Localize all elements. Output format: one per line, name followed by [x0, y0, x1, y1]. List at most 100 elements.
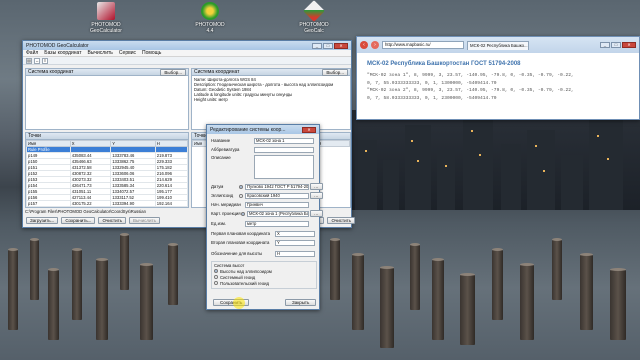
- pier-post: [410, 243, 420, 310]
- first-coordinate-input[interactable]: X: [275, 230, 315, 237]
- open-icon[interactable]: ▤: [26, 57, 32, 64]
- menu-service[interactable]: Сервис: [119, 50, 136, 56]
- source-points-table[interactable]: Имя X Y H Rule Profile p149 435083.44 13…: [26, 140, 188, 207]
- datum-radio[interactable]: [239, 184, 243, 189]
- option-label: Пользовательский геоид: [220, 281, 270, 286]
- close-button[interactable]: ✕: [302, 126, 316, 133]
- pier-post: [30, 238, 39, 300]
- option-label: Системный геоид: [220, 275, 256, 280]
- pier-post: [120, 233, 129, 290]
- calc-icon[interactable]: ≡: [42, 57, 48, 64]
- datum-row: Датум Пулково 1942 ГОСТ Р 51794-2008 …: [211, 183, 323, 190]
- text-line: 0, 7, 55.0333333333, 0, 1, 1300000, -540…: [367, 80, 497, 86]
- save-button[interactable]: Сохранить...: [61, 217, 96, 224]
- source-points-panel: Точки Имя X Y H Rule Profile p149 435083…: [25, 132, 189, 208]
- height-symbol-input[interactable]: H: [275, 250, 315, 257]
- maximize-button[interactable]: □: [611, 42, 621, 48]
- datum-label: Датум: [211, 184, 224, 189]
- forward-icon[interactable]: ›: [371, 41, 379, 49]
- abbreviation-row: Аббревиатура: [211, 146, 314, 153]
- projection-more-button[interactable]: …: [310, 210, 323, 217]
- select-coordinate-system-button[interactable]: Выбор...: [160, 68, 186, 76]
- minimize-button[interactable]: _: [600, 42, 610, 48]
- pier-post: [330, 238, 340, 300]
- radio-unselected: [214, 281, 218, 285]
- menu-bar: Файл Базы координат Вычислить Сервис Пом…: [23, 50, 351, 57]
- desktop-icon-label: PHOTOMOD 4.4: [195, 22, 225, 34]
- clear-button[interactable]: Очистить: [98, 217, 127, 224]
- pier-post: [380, 266, 394, 348]
- address-bar[interactable]: http://www.mapbasic.ru/: [382, 41, 464, 49]
- target-coordinate-system-panel: Система координат Выбор... Name: Широта-…: [191, 68, 351, 130]
- height-symbol-label: Обозначение для высоты: [211, 251, 263, 256]
- column-header[interactable]: H: [316, 140, 350, 147]
- prime-meridian-select[interactable]: Гринвич: [245, 201, 309, 208]
- cell-name: p157: [26, 200, 71, 207]
- close-button[interactable]: ✕: [622, 42, 636, 48]
- name-input[interactable]: МСК-02 зона 1: [254, 137, 314, 144]
- minimize-button[interactable]: _: [312, 42, 322, 49]
- ellipsoid-select[interactable]: Красовский 1940: [245, 192, 309, 199]
- pier-post: [460, 273, 475, 345]
- desktop-icon-label: PHOTOMOD GeoCalculator: [90, 22, 122, 34]
- pier-post: [520, 263, 534, 340]
- pier-post: [48, 268, 59, 340]
- datum-more-button[interactable]: …: [310, 183, 323, 190]
- cs-info-line: Height units: метр: [194, 97, 228, 102]
- clear-button[interactable]: Очистить: [327, 217, 356, 224]
- cell-x: 430175.22: [69, 200, 112, 207]
- maximize-button[interactable]: □: [323, 42, 333, 49]
- menu-coordinate-bases[interactable]: Базы координат: [44, 50, 81, 56]
- compute-button[interactable]: Вычислить: [129, 217, 160, 224]
- edit-coordinate-system-dialog: Редактирование системы коор... ✕ Названи…: [206, 124, 323, 310]
- text-line: 0, 7, 58.0333333333, 0, 1, 2300000, -540…: [367, 95, 497, 101]
- city-skyline: [345, 110, 640, 210]
- menu-file[interactable]: Файл: [26, 50, 38, 56]
- back-icon[interactable]: ‹: [360, 41, 368, 49]
- browser-tab[interactable]: МСК-02 Республика Башко...: [467, 40, 529, 50]
- menu-help[interactable]: Помощь: [142, 50, 161, 56]
- desktop-icon-photomod[interactable]: PHOTOMOD 4.4: [188, 2, 232, 34]
- table-row[interactable]: p157 430175.22 1333394.90 192.164: [26, 200, 188, 207]
- prime-meridian-label: Нач. меридиан: [211, 202, 241, 207]
- left-buttons-row: Загрузить... Сохранить... Очистить Вычис…: [26, 217, 160, 224]
- desktop-icon-geocalc[interactable]: PHOTOMOD GeoCalc: [292, 0, 336, 34]
- arrow-icon[interactable]: ↔: [34, 57, 40, 64]
- toolbar: ▤ ↔ ≡: [23, 57, 351, 65]
- desktop-icon-geocalculator[interactable]: PHOTOMOD GeoCalculator: [84, 2, 128, 34]
- browser-window: ‹ › http://www.mapbasic.ru/ МСК-02 Респу…: [356, 36, 640, 120]
- close-button[interactable]: ✕: [334, 42, 348, 49]
- dialog-titlebar[interactable]: Редактирование системы коор... ✕: [207, 125, 319, 134]
- ellipsoid-more-button[interactable]: …: [310, 192, 323, 199]
- geocalculator-app-icon: [97, 2, 115, 20]
- projection-radio[interactable]: [241, 211, 245, 216]
- projection-row: Карт. проекция МСК-02 зона 1 (Республика…: [211, 210, 323, 217]
- close-dialog-button[interactable]: Закрыть: [285, 299, 317, 306]
- projection-select[interactable]: МСК-02 зона 1 (Республика Башки...: [247, 210, 309, 217]
- units-select[interactable]: метр: [245, 220, 309, 227]
- datum-select[interactable]: Пулково 1942 ГОСТ Р 51794-2008: [245, 183, 309, 190]
- browser-toolbar: ‹ › http://www.mapbasic.ru/ МСК-02 Респу…: [357, 37, 639, 53]
- panel-header: Система координат: [194, 69, 240, 75]
- height-option-user-geoid[interactable]: Пользовательский геоид: [214, 281, 314, 287]
- source-coordinate-system-panel: Система координат Выбор...: [25, 68, 189, 130]
- select-coordinate-system-button[interactable]: Выбор...: [322, 68, 348, 76]
- desktop-icon-label: PHOTOMOD GeoCalc: [299, 22, 329, 34]
- menu-compute[interactable]: Вычислить: [87, 50, 112, 56]
- browser-content: МСК-02 Республика Башкортостан ГОСТ 5179…: [357, 53, 639, 119]
- height-symbol-row: Обозначение для высоты H: [211, 250, 315, 257]
- abbreviation-input[interactable]: [254, 146, 314, 153]
- load-button[interactable]: Загрузить...: [26, 217, 59, 224]
- first-coordinate-label: Первая плановая координата: [211, 231, 271, 236]
- geocalculator-titlebar[interactable]: PHOTOMOD GeoCalculator _ □ ✕: [23, 41, 351, 50]
- projection-label: Карт. проекция: [211, 211, 241, 216]
- pier-post: [492, 248, 503, 320]
- pier-post: [96, 258, 108, 340]
- ellipsoid-radio[interactable]: [239, 193, 243, 198]
- description-label: Описание: [211, 155, 231, 160]
- description-input[interactable]: [254, 155, 314, 179]
- page-heading: МСК-02 Республика Башкортостан ГОСТ 5179…: [367, 61, 521, 67]
- pier-post: [72, 248, 82, 320]
- second-coordinate-label: Вторая плановая координата: [211, 240, 270, 245]
- second-coordinate-input[interactable]: Y: [275, 239, 315, 246]
